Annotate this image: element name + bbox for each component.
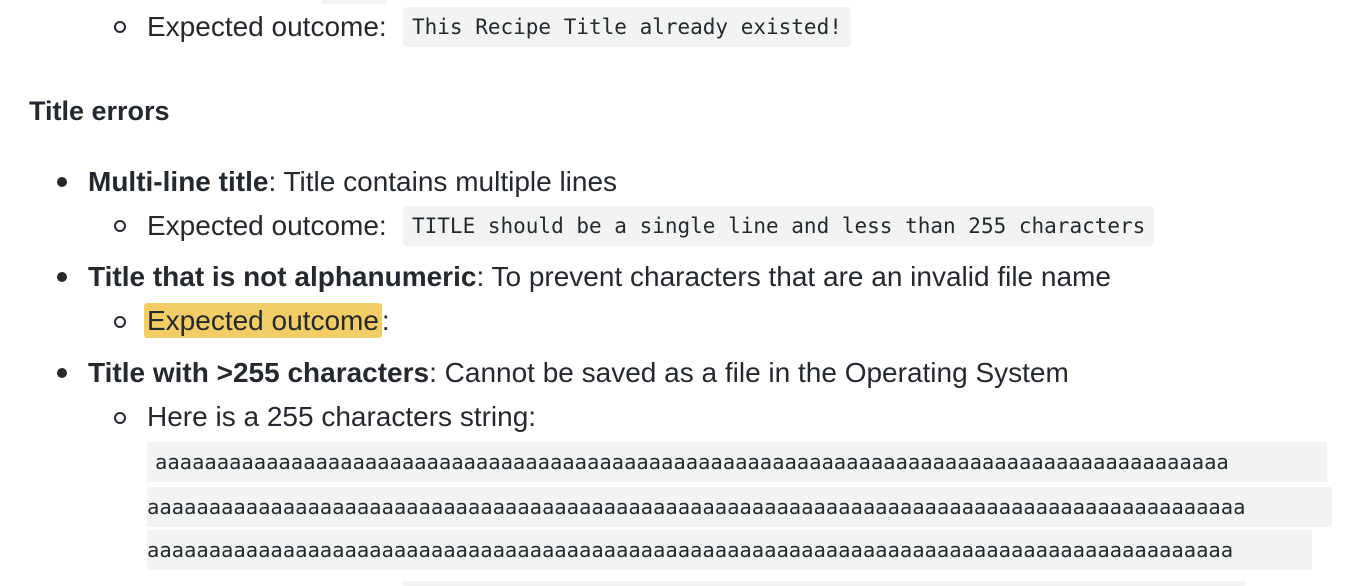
list-item-multiline: Multi-line title: Title contains multipl…	[88, 165, 617, 199]
outcome-label: Expected outcome:	[147, 11, 387, 42]
outcome-suffix: :	[381, 305, 390, 336]
outcome-label: Expected outcome:	[147, 210, 387, 241]
code-remnant-bottom	[403, 581, 1245, 586]
bullet-icon	[57, 177, 67, 187]
long-code-line-1: aaaaaaaaaaaaaaaaaaaaaaaaaaaaaaaaaaaaaaaa…	[147, 442, 1327, 482]
code-remnant-top	[322, 0, 387, 4]
document-body: Expected outcome: This Recipe Title alre…	[0, 0, 1356, 586]
long-code-line-3: aaaaaaaaaaaaaaaaaaaaaaaaaaaaaaaaaaaaaaaa…	[147, 530, 1312, 570]
bullet-icon	[57, 368, 67, 378]
sub-bullet-icon	[114, 316, 126, 328]
section-heading: Title errors	[29, 96, 170, 126]
highlighted-text: Expected outcome	[144, 303, 382, 338]
outcome-code: This Recipe Title already existed!	[403, 7, 851, 47]
list-item-alphanumeric: Title that is not alphanumeric: To preve…	[88, 260, 1111, 294]
long-code-line-2: aaaaaaaaaaaaaaaaaaaaaaaaaaaaaaaaaaaaaaaa…	[147, 487, 1332, 527]
outcome-label-highlighted: Expected outcome:	[144, 303, 390, 338]
sub-bullet-icon	[114, 21, 126, 33]
outcome-code: TITLE should be a single line and less t…	[403, 206, 1155, 246]
list-item-long-title: Title with >255 characters: Cannot be sa…	[88, 356, 1069, 390]
item-term: Title with >255 characters	[88, 357, 430, 388]
item-desc: : Cannot be saved as a file in the Opera…	[429, 357, 1069, 388]
item-desc: : To prevent characters that are an inva…	[476, 261, 1111, 292]
item-term: Title that is not alphanumeric	[88, 261, 477, 292]
bullet-icon	[57, 272, 67, 282]
item-desc: : Title contains multiple lines	[268, 166, 618, 197]
sub-bullet-icon	[114, 412, 126, 424]
item-term: Multi-line title	[88, 166, 269, 197]
sub-bullet-icon	[114, 220, 126, 232]
sub-label: Here is a 255 characters string:	[147, 401, 537, 432]
